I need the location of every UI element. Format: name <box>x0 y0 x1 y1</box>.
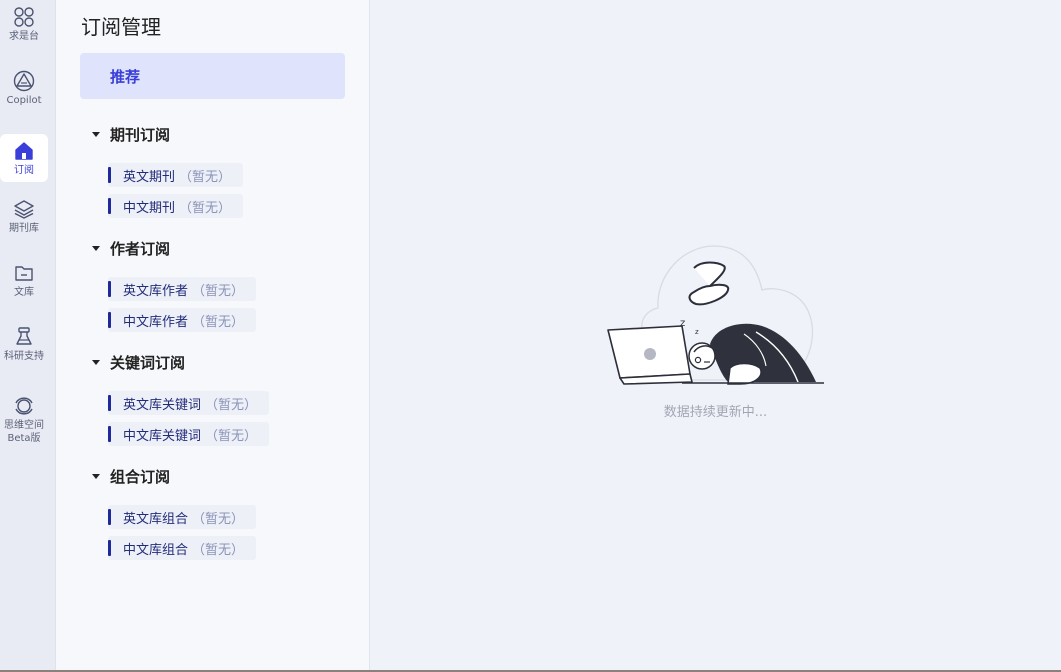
sub-item-name: 中文库关键词 <box>123 428 202 444</box>
sub-item-tag: （暂无） <box>205 397 258 413</box>
home-icon <box>15 141 33 160</box>
sub-item-chinese-journal[interactable]: 中文期刊 （暂无） <box>108 194 244 218</box>
rail-item-mind-space[interactable]: 思维空间 Beta版 <box>0 392 48 448</box>
sub-item-english-journal[interactable]: 英文期刊 （暂无） <box>108 163 244 187</box>
panel-title: 订阅管理 <box>81 15 161 39</box>
sleeping-person-illustration: z z <box>607 245 824 385</box>
sub-item-tag: （暂无） <box>179 169 232 185</box>
rail-label: 求是台 <box>9 30 39 42</box>
sub-item-chinese-author[interactable]: 中文库作者 （暂无） <box>108 308 257 332</box>
group-title: 组合订阅 <box>110 467 171 486</box>
rail-label: 文库 <box>14 286 34 298</box>
item-indicator <box>108 540 111 556</box>
item-indicator <box>108 509 111 525</box>
item-indicator <box>108 198 111 214</box>
item-indicator <box>108 395 111 411</box>
sub-item-english-combined[interactable]: 英文库组合 （暂无） <box>108 505 257 529</box>
sub-item-chinese-combined[interactable]: 中文库组合 （暂无） <box>108 536 257 560</box>
rail-label: 订阅 <box>14 164 34 176</box>
group-author-subscription[interactable]: 作者订阅 <box>92 236 170 260</box>
sub-item-name: 中文库组合 <box>123 542 189 558</box>
empty-state-text: 数据持续更新中... <box>663 405 768 420</box>
layers-icon <box>14 199 34 219</box>
rail-label: 期刊库 <box>9 222 39 234</box>
rail-label: Copilot <box>6 94 42 106</box>
rail-label: 思维空间 <box>4 419 44 431</box>
sub-item-english-author[interactable]: 英文库作者 （暂无） <box>108 277 257 301</box>
triangle-copilot-icon <box>13 70 35 91</box>
group-title: 关键词订阅 <box>110 353 186 372</box>
orbit-icon <box>15 396 33 415</box>
sub-item-tag: （暂无） <box>192 542 245 558</box>
sub-item-name: 中文库作者 <box>123 314 189 330</box>
caret-down-icon <box>92 131 100 137</box>
item-indicator <box>108 167 111 183</box>
rail-item-library[interactable]: 文库 <box>0 256 48 304</box>
folder-icon <box>15 265 33 281</box>
sub-item-name: 中文期刊 <box>123 200 176 216</box>
item-indicator <box>108 281 111 297</box>
flask-icon <box>16 326 32 345</box>
sub-item-tag: （暂无） <box>192 314 245 330</box>
sub-item-name: 英文期刊 <box>123 169 176 185</box>
sub-item-name: 英文库作者 <box>123 283 189 299</box>
item-indicator <box>108 426 111 442</box>
rail-item-copilot[interactable]: Copilot <box>0 64 48 112</box>
sub-item-tag: （暂无） <box>205 428 258 444</box>
sub-item-tag: （暂无） <box>192 511 245 527</box>
rail-item-qiushitai[interactable]: 求是台 <box>0 0 48 48</box>
rail-label: 科研支持 <box>4 350 44 362</box>
sub-item-name: 英文库关键词 <box>123 397 202 413</box>
main-content: z z 数据持续更新中... <box>370 0 1061 672</box>
caret-down-icon <box>92 473 100 479</box>
group-title: 期刊订阅 <box>110 125 171 144</box>
sub-item-chinese-keyword[interactable]: 中文库关键词 （暂无） <box>108 422 270 446</box>
sub-item-tag: （暂无） <box>192 283 245 299</box>
recommend-item[interactable]: 推荐 <box>80 53 345 99</box>
sub-item-tag: （暂无） <box>179 200 232 216</box>
sub-item-name: 英文库组合 <box>123 511 189 527</box>
item-indicator <box>108 312 111 328</box>
rail-label-beta: Beta版 <box>7 432 41 444</box>
caret-down-icon <box>92 245 100 251</box>
rail-item-research-support[interactable]: 科研支持 <box>0 320 48 368</box>
group-keyword-subscription[interactable]: 关键词订阅 <box>92 350 185 374</box>
group-combined-subscription[interactable]: 组合订阅 <box>92 464 170 488</box>
subscription-panel: 订阅管理 推荐 期刊订阅 英文期刊 （暂无） 中文期刊 （暂无） 作者订阅 英文… <box>56 0 370 672</box>
caret-down-icon <box>92 359 100 365</box>
svg-text:z: z <box>695 328 699 336</box>
group-title: 作者订阅 <box>110 239 171 258</box>
rail-item-journal-library[interactable]: 期刊库 <box>0 192 48 240</box>
grid-icon <box>14 6 34 27</box>
sub-item-english-keyword[interactable]: 英文库关键词 （暂无） <box>108 391 270 415</box>
nav-rail: 求是台 Copilot 订阅 期刊库 文库 科研支持 思维空间 Beta版 <box>0 0 56 672</box>
group-journal-subscription[interactable]: 期刊订阅 <box>92 122 170 146</box>
rail-item-subscribe[interactable]: 订阅 <box>0 134 48 182</box>
